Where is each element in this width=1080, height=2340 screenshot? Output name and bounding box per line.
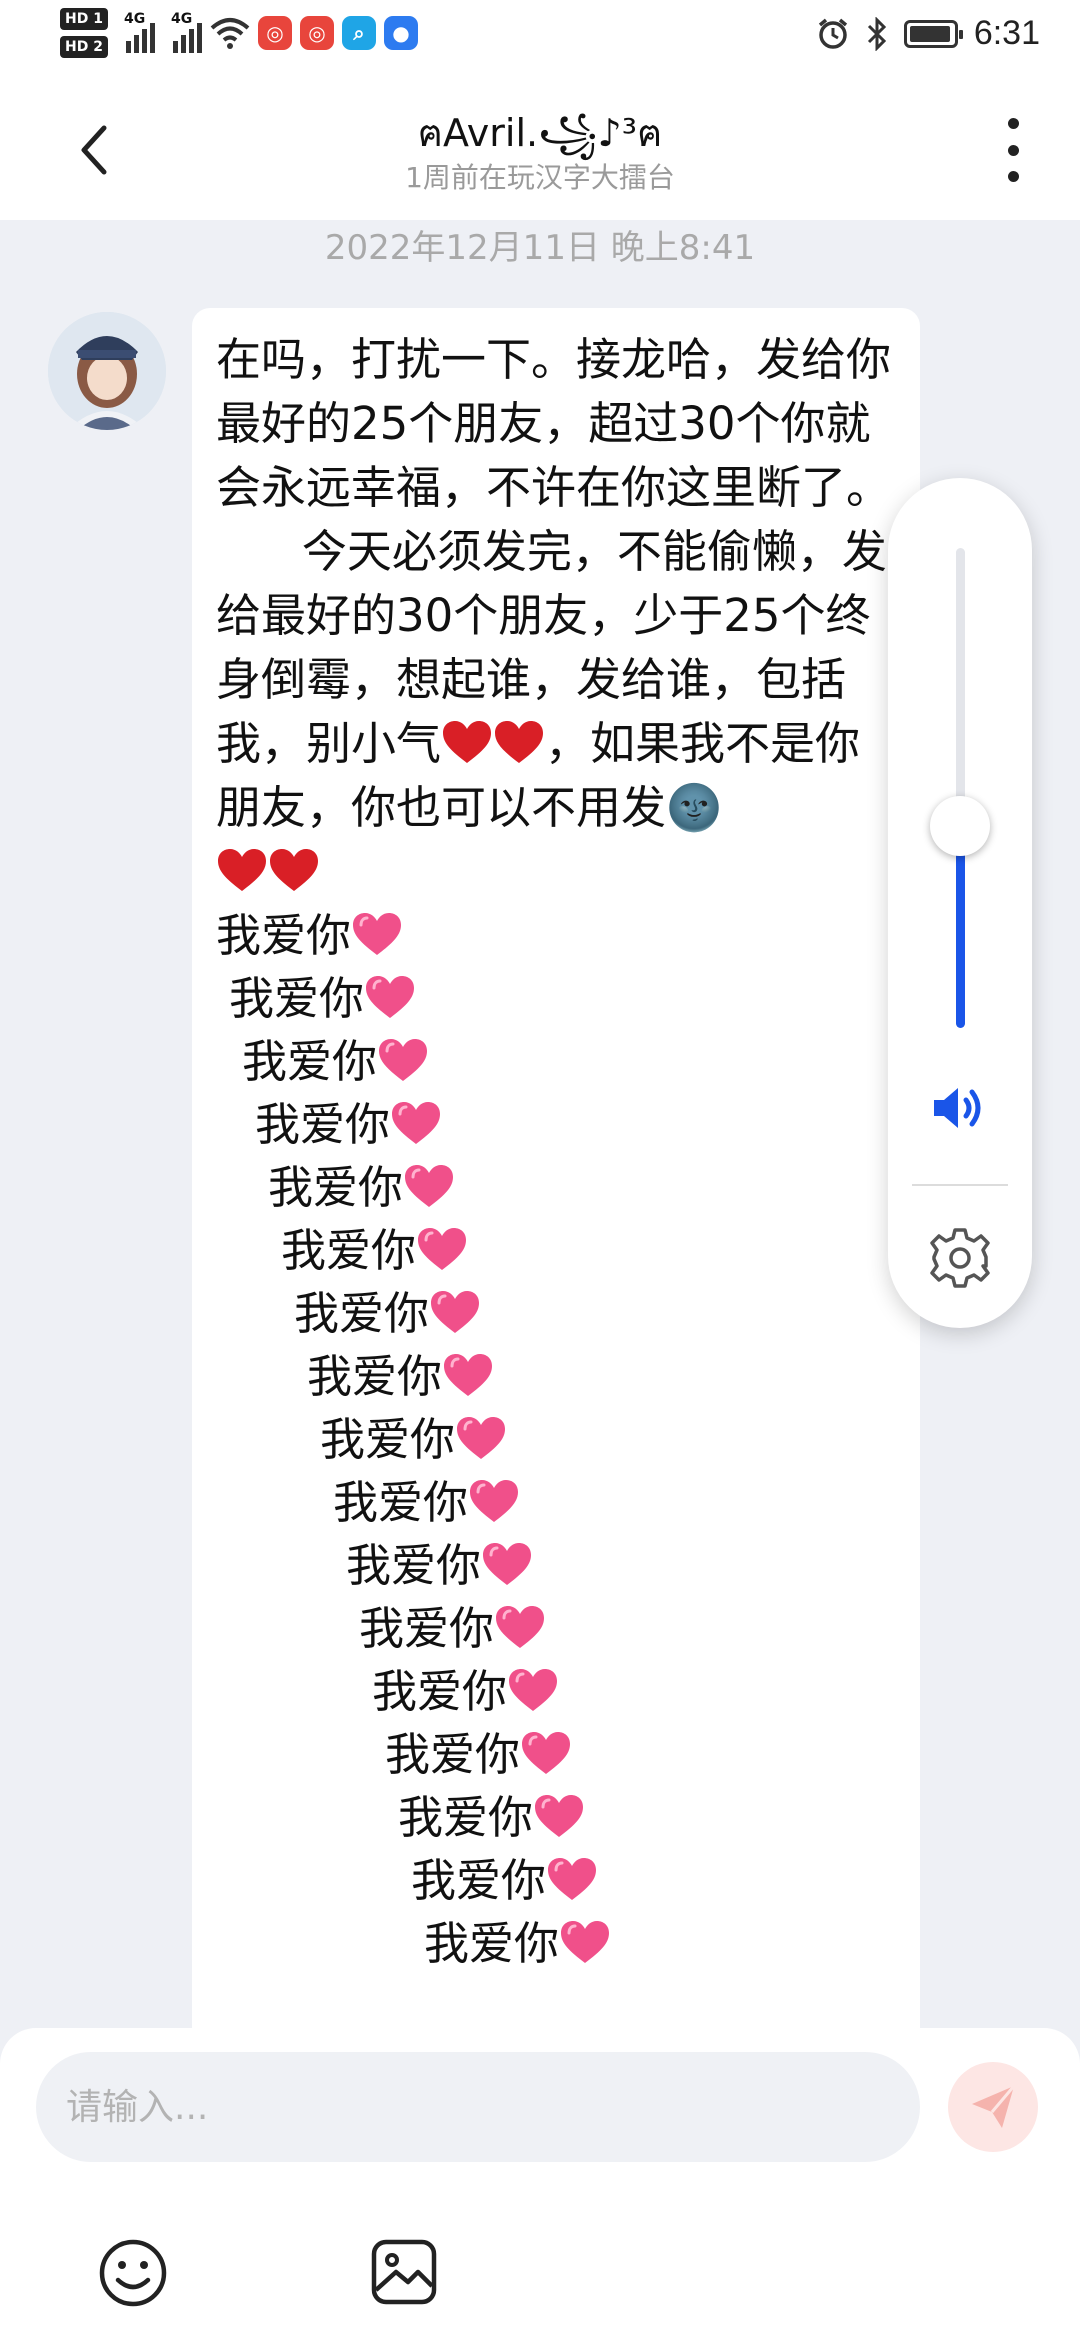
bulb-app-icon: ● (383, 16, 418, 50)
pink-heart-icon (509, 1669, 558, 1711)
dot (1007, 144, 1019, 156)
search-app-icon: ⌕ (341, 16, 376, 50)
love-text: 我爱你 (398, 1791, 534, 1844)
red-heart-icon (495, 721, 544, 763)
message-timestamp: 2022年12月11日 晚上8:41 (324, 228, 756, 268)
volume-thumb[interactable] (930, 796, 990, 856)
pink-heart-icon (535, 1795, 584, 1837)
wifi-icon (210, 18, 250, 49)
bluetooth-icon (867, 16, 886, 51)
signal-icon: 4G (170, 11, 202, 53)
love-line: 我爱你 (216, 1345, 898, 1408)
battery-icon (903, 19, 963, 48)
network1-label: 4G (123, 11, 146, 27)
input-bar (0, 2028, 1080, 2340)
dark-moon-emoji: 🌚 (666, 781, 723, 834)
send-button[interactable] (948, 2062, 1038, 2152)
message-body: 在吗，打扰一下。接龙哈，发给你最好的25个朋友，超过30个你就会永远幸福，不许在… (216, 333, 892, 770)
love-line: 我爱你 (216, 904, 898, 967)
love-line: 我爱你 (216, 1534, 898, 1597)
app-notification-icon: ◎ (299, 16, 334, 50)
contact-status: 1周前在玩汉字大擂台 (405, 161, 675, 194)
love-line: 我爱你 (216, 1030, 898, 1093)
network2-label: 4G (170, 11, 193, 27)
pink-heart-icon (379, 1039, 428, 1081)
send-icon (972, 2085, 1016, 2128)
love-text: 我爱你 (320, 1413, 456, 1466)
red-heart-icon (218, 849, 266, 891)
love-text: 我爱你 (229, 972, 365, 1025)
pink-heart-icon (548, 1858, 597, 1900)
chat-header: ฅAvril.꧁♪³ฅ 1周前在玩汉字大擂台 (0, 80, 1080, 220)
image-icon[interactable] (370, 2238, 438, 2306)
love-line: 我爱你 (216, 1408, 898, 1471)
love-text: 我爱你 (242, 1035, 378, 1088)
pink-heart-icon (418, 1228, 467, 1270)
pink-heart-icon (405, 1165, 454, 1207)
love-line: 我爱你 (216, 1156, 898, 1219)
love-text: 我爱你 (372, 1665, 508, 1718)
clock: 6:31 (973, 14, 1040, 52)
love-text: 我爱你 (346, 1539, 482, 1592)
love-text: 我爱你 (385, 1728, 521, 1781)
alarm-icon (818, 18, 847, 49)
signal-icon: 4G (123, 11, 155, 53)
love-line: 我爱你 (216, 1723, 898, 1786)
message-input[interactable] (36, 2052, 920, 2162)
pink-heart-icon (483, 1543, 532, 1585)
message-bubble[interactable]: 在吗，打扰一下。接龙哈，发给你最好的25个朋友，超过30个你就会永远幸福，不许在… (192, 308, 920, 2028)
love-line: 我爱你 (216, 1282, 898, 1345)
sim1-label: HD 1 (60, 8, 108, 30)
divider (912, 1184, 1008, 1186)
pink-heart-icon (522, 1732, 571, 1774)
love-line: 我爱你 (216, 1849, 898, 1912)
love-text: 我爱你 (307, 1350, 443, 1403)
love-line: 我爱你 (216, 1660, 898, 1723)
pink-heart-icon (496, 1606, 545, 1648)
volume-slider[interactable] (956, 548, 965, 1028)
love-text: 我爱你 (294, 1287, 430, 1340)
app-notification-icon: ◎ (257, 16, 292, 50)
pink-heart-icon (457, 1417, 506, 1459)
red-heart-icon (270, 849, 318, 891)
love-line: 我爱你 (216, 1597, 898, 1660)
sim-indicators: HD 1 HD 2 (60, 8, 108, 58)
love-text: 我爱你 (333, 1476, 469, 1529)
love-text: 我爱你 (424, 1917, 560, 1970)
avatar[interactable] (48, 312, 166, 430)
sim2-label: HD 2 (60, 36, 108, 58)
dot (1007, 171, 1019, 182)
love-lines: 我爱你 我爱你 我爱你 我爱你 我爱你 我爱你 我爱你 我爱你 我爱你 我爱你 我爱你 我爱你 我爱你我… (216, 904, 898, 1975)
status-bar: HD 1 HD 2 4G 4G ◎ ◎ ⌕ ● 6:31 (0, 0, 1080, 80)
love-line: 我爱你 (216, 1471, 898, 1534)
love-text: 我爱你 (359, 1602, 495, 1655)
pink-heart-icon (444, 1354, 493, 1396)
love-line: 我爱你 (216, 1786, 898, 1849)
pink-heart-icon (353, 913, 402, 955)
love-text: 我爱你 (255, 1098, 391, 1151)
love-line: 我爱你 (216, 1093, 898, 1156)
red-heart-icon (443, 721, 492, 763)
smiley-icon[interactable] (98, 2238, 168, 2308)
love-text: 我爱你 (411, 1854, 547, 1907)
pink-heart-icon (392, 1102, 441, 1144)
love-text: 我爱你 (281, 1224, 417, 1277)
pink-heart-icon (470, 1480, 519, 1522)
speaker-icon[interactable] (928, 1078, 992, 1138)
pink-heart-icon (366, 976, 415, 1018)
love-text: 我爱你 (216, 909, 352, 962)
volume-panel (888, 478, 1032, 1328)
gear-icon[interactable] (928, 1226, 992, 1290)
pink-heart-icon (561, 1921, 610, 1963)
volume-fill (956, 826, 965, 1028)
avatar-image (48, 312, 166, 430)
more-options-button[interactable] (1001, 118, 1025, 182)
love-line: 我爱你 (216, 1912, 898, 1975)
pink-heart-icon (431, 1291, 480, 1333)
love-line: 我爱你 (216, 967, 898, 1030)
dot (1007, 118, 1019, 129)
message-text: 在吗，打扰一下。接龙哈，发给你最好的25个朋友，超过30个你就会永远幸福，不许在… (216, 328, 898, 904)
love-line: 我爱你 (216, 1219, 898, 1282)
love-text: 我爱你 (268, 1161, 404, 1214)
